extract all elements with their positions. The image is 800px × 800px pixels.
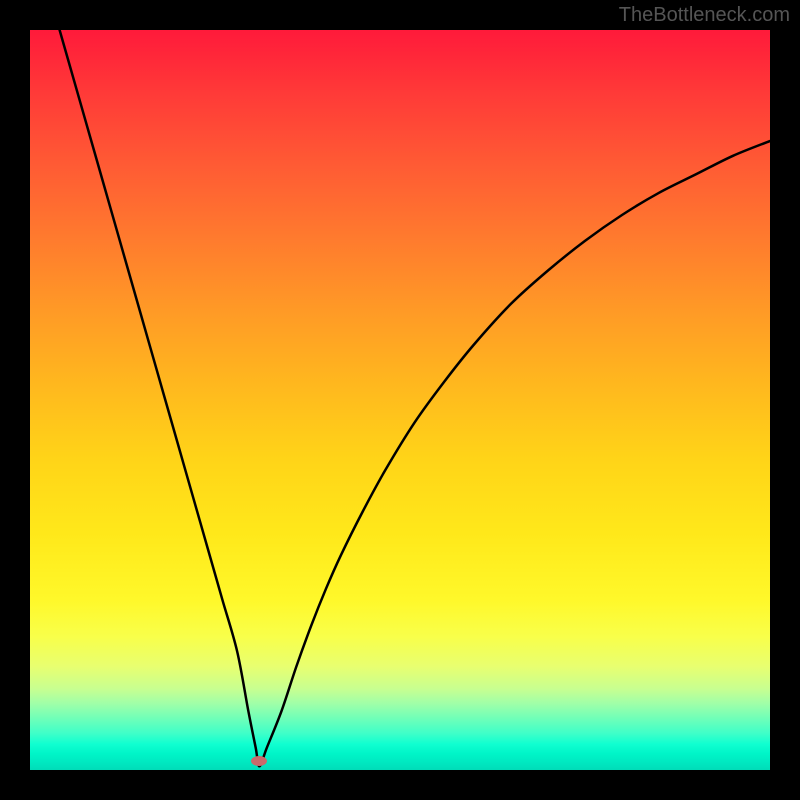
attribution-label: TheBottleneck.com [619, 4, 790, 27]
chart-plot-area [30, 30, 770, 770]
optimal-marker [251, 756, 267, 766]
bottleneck-curve [30, 30, 770, 770]
